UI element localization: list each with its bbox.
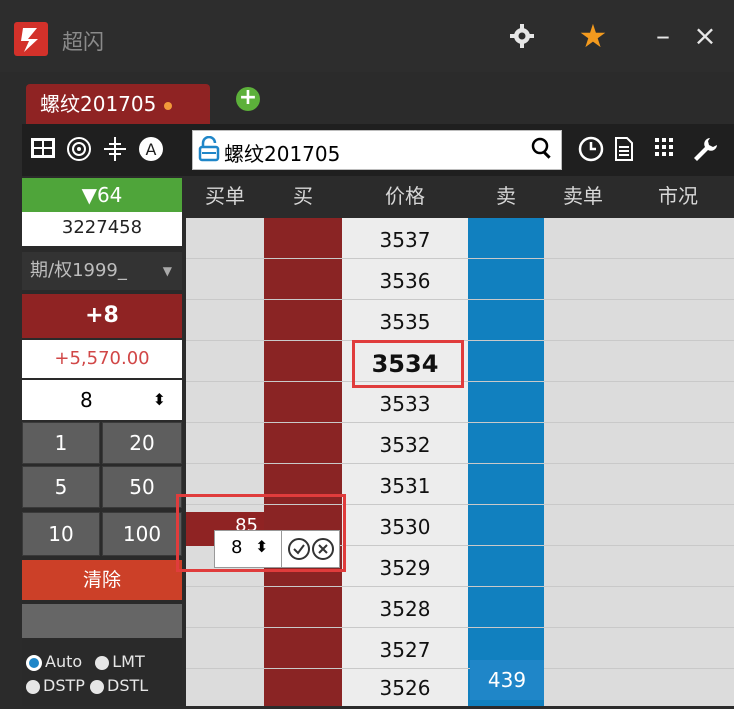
radio-auto[interactable]: Auto (26, 652, 82, 671)
price-cell[interactable]: 3532 (342, 425, 468, 466)
quantity-stepper[interactable]: 8 ⬍ (22, 380, 182, 420)
auto-letter: A (146, 140, 157, 159)
quantity-value: 8 (80, 388, 93, 412)
radio-unchecked-icon (90, 679, 104, 694)
buy-orders-column[interactable] (186, 218, 264, 706)
account-label: 期/权1999_ (30, 260, 127, 281)
app-logo-icon (14, 22, 48, 56)
radio-lmt-label: LMT (112, 652, 145, 671)
radio-auto-label: Auto (45, 652, 83, 671)
app-title: 超闪 (62, 30, 104, 54)
header-sell-orders: 卖单 (563, 184, 603, 208)
header-price: 价格 (385, 184, 425, 208)
price-change-badge: ▼64 (22, 178, 182, 212)
tab-label: 螺纹201705 (40, 92, 157, 116)
qty-preset-20[interactable]: 20 (102, 422, 182, 464)
popup-divider (281, 531, 282, 567)
empty-action-bar[interactable] (22, 604, 182, 638)
header-buy: 买 (293, 184, 313, 208)
price-cell[interactable]: 3530 (342, 507, 468, 548)
lock-icon[interactable] (198, 135, 220, 162)
order-type-row-2: DSTP DSTL (26, 676, 148, 695)
favorite-star-icon[interactable]: ★ (570, 18, 616, 54)
radio-unchecked-icon (26, 679, 40, 694)
radio-unchecked-icon (95, 655, 110, 670)
price-cell[interactable]: 3535 (342, 302, 468, 343)
add-tab-plus-icon[interactable]: + (236, 87, 260, 111)
confirm-check-icon[interactable] (287, 537, 311, 565)
unsaved-dot-icon (164, 101, 173, 110)
close-button[interactable]: × (688, 18, 722, 54)
crosshair-icon[interactable] (100, 136, 130, 164)
wrench-icon[interactable] (690, 136, 720, 164)
header-buy-orders: 买单 (205, 184, 245, 208)
search-icon[interactable] (530, 136, 556, 164)
radio-checked-icon (26, 654, 42, 671)
price-cell[interactable]: 3528 (342, 589, 468, 630)
header-sell: 卖 (496, 184, 516, 208)
document-icon[interactable] (610, 136, 638, 164)
cancel-x-icon[interactable] (311, 537, 335, 565)
qty-preset-10[interactable]: 10 (22, 512, 100, 556)
sell-column[interactable] (468, 218, 544, 706)
stepper-arrows-icon[interactable]: ⬍ (153, 380, 166, 420)
radio-lmt[interactable]: LMT (95, 652, 145, 671)
order-edit-popup[interactable]: 8 ⬍ (214, 530, 340, 568)
price-cell[interactable]: 3526 (342, 668, 468, 709)
price-cell[interactable]: 3536 (342, 261, 468, 302)
target-icon[interactable] (64, 136, 94, 164)
qty-preset-50[interactable]: 50 (102, 466, 182, 508)
price-cell[interactable]: 3537 (342, 220, 468, 261)
clear-button[interactable]: 清除 (22, 560, 182, 600)
title-bar (0, 0, 734, 72)
keypad-icon[interactable] (650, 136, 678, 164)
price-cell[interactable]: 3529 (342, 548, 468, 589)
popup-qty-value: 8 (231, 537, 243, 558)
contract-name: 螺纹201705 (224, 142, 341, 166)
radio-dstl[interactable]: DSTL (90, 676, 148, 695)
last-price-highlight (352, 340, 464, 388)
sell-orders-column[interactable] (544, 218, 622, 706)
radio-dstp-label: DSTP (43, 676, 85, 695)
qty-preset-100[interactable]: 100 (102, 512, 182, 556)
price-cell[interactable]: 3531 (342, 466, 468, 507)
market-column (622, 218, 734, 706)
qty-preset-1[interactable]: 1 (22, 422, 100, 464)
auto-icon[interactable]: A (136, 136, 166, 164)
radio-dstl-label: DSTL (107, 676, 149, 695)
clock-icon[interactable] (576, 136, 606, 164)
popup-stepper-icon[interactable]: ⬍ (255, 537, 268, 556)
header-market: 市况 (658, 184, 698, 208)
buy-column[interactable] (264, 218, 342, 706)
radio-dstp[interactable]: DSTP (26, 676, 85, 695)
grid-icon[interactable] (28, 136, 58, 164)
account-select[interactable]: 期/权1999_ ▼ (22, 252, 182, 290)
chevron-down-icon: ▼ (162, 264, 172, 278)
order-type-row-1: Auto LMT (26, 652, 145, 671)
volume-value: 3227458 (22, 212, 182, 246)
sell-volume-cell[interactable]: 439 (470, 660, 544, 700)
settings-gear-icon[interactable] (502, 18, 542, 54)
tab-contract[interactable]: 螺纹201705 (26, 84, 210, 124)
pnl-value: +5,570.00 (22, 340, 182, 378)
price-cell[interactable]: 3527 (342, 630, 468, 671)
position-value: +8 (22, 294, 182, 338)
qty-preset-5[interactable]: 5 (22, 466, 100, 508)
minimize-button[interactable]: – (646, 18, 680, 54)
price-cell[interactable]: 3533 (342, 384, 468, 425)
